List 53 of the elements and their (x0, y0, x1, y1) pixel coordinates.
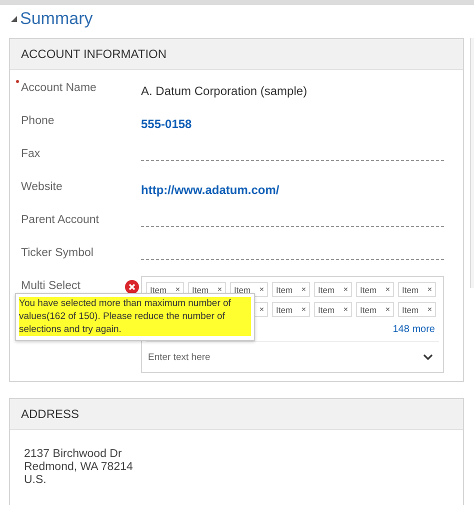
token-chip[interactable]: Item × (230, 282, 268, 297)
token-chip[interactable]: Item × (314, 282, 352, 297)
remove-button[interactable]: × (385, 305, 390, 314)
section-heading[interactable]: Summary (20, 9, 93, 29)
remove-button[interactable]: × (175, 285, 180, 294)
token-chip[interactable]: Item × (272, 302, 310, 317)
field-label: Account Name (21, 82, 96, 94)
remove-button[interactable]: × (259, 285, 264, 294)
token-label: Item (276, 304, 293, 314)
remove-button[interactable]: × (385, 285, 390, 294)
text-input[interactable]: Enter text here (146, 352, 423, 362)
token-chip[interactable]: Item × (356, 282, 394, 297)
field-label: Ticker Symbol (21, 247, 94, 259)
error-message: You have selected more than maximum number of values(162 of 150). Please reduce the number of selections and try again. (19, 297, 251, 336)
address-line: Redmond, WA 78214 (24, 461, 134, 474)
field-label: Phone (21, 115, 54, 127)
field-label: Parent Account (21, 214, 99, 226)
address-line: 2137 Birchwood Dr (24, 448, 123, 461)
token-label: Item (360, 304, 377, 314)
token-chip[interactable]: Item × (314, 302, 352, 317)
remove-button[interactable]: × (343, 285, 348, 294)
token-label: Item (234, 284, 251, 294)
token-chip[interactable]: Item × (398, 302, 436, 317)
token-label: Item (318, 304, 335, 314)
more-link[interactable]: 148 more (392, 324, 435, 335)
address-line: U.S. (24, 474, 48, 487)
field-link[interactable]: http://www.adatum.com/ (141, 183, 280, 197)
chevron-down-icon[interactable] (423, 354, 433, 360)
token-label: Item (318, 284, 335, 294)
token-chip[interactable]: Item × (356, 302, 394, 317)
remove-button[interactable]: × (301, 285, 306, 294)
collapse-triangle-icon[interactable] (11, 16, 17, 22)
token-label: Item (402, 304, 419, 314)
field-label: Website (21, 181, 62, 193)
token-label: Item (192, 284, 209, 294)
token-label: Item (150, 284, 167, 294)
remove-button[interactable]: × (427, 305, 432, 314)
remove-button[interactable]: × (301, 305, 306, 314)
remove-button[interactable]: × (427, 285, 432, 294)
token-label: Item (402, 284, 419, 294)
token-label: Item (360, 284, 377, 294)
section-title: ACCOUNT INFORMATION (21, 47, 167, 61)
token-label: Item (276, 284, 293, 294)
remove-button[interactable]: × (343, 305, 348, 314)
token-chip[interactable]: Item × (398, 282, 436, 297)
token-chip[interactable]: Item × (272, 282, 310, 297)
section-title: ADDRESS (21, 407, 80, 421)
remove-button[interactable]: × (217, 285, 222, 294)
remove-button[interactable]: × (259, 305, 264, 314)
field-label: Fax (21, 148, 40, 160)
field-link[interactable]: 555-0158 (141, 117, 192, 131)
field-label: Multi Select (21, 280, 80, 292)
field-value: A. Datum Corporation (sample) (141, 84, 308, 98)
